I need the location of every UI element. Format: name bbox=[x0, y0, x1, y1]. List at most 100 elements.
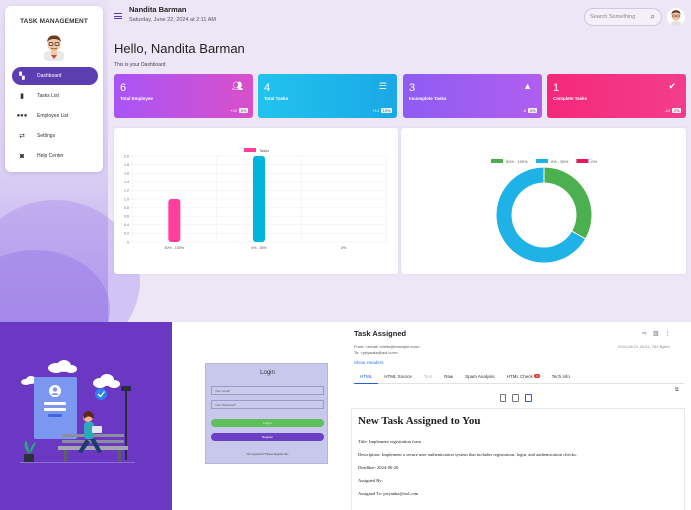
login-button[interactable]: Log in bbox=[211, 419, 324, 427]
legend-label: Tasks bbox=[259, 148, 269, 153]
stat-value: 3 bbox=[409, 82, 416, 94]
email-line-description: Description: Implement a secure user aut… bbox=[358, 452, 577, 457]
legend-label: 50% - 100% bbox=[506, 159, 528, 164]
legend-swatch bbox=[491, 159, 503, 163]
stat-label: Total Tasks bbox=[264, 96, 289, 101]
trash-icon[interactable]: ▥ bbox=[653, 330, 659, 337]
register-button[interactable]: Register bbox=[211, 433, 324, 441]
forward-icon[interactable]: ⇨ bbox=[642, 330, 647, 337]
email-heading: New Task Assigned to You bbox=[358, 415, 481, 427]
user-avatar[interactable] bbox=[667, 8, 685, 26]
mobile-view-icon[interactable] bbox=[500, 394, 506, 402]
search-icon[interactable]: ⌕ bbox=[651, 12, 655, 22]
stat-label: Complete Tasks bbox=[553, 96, 588, 101]
doughnut-chart-panel: 50% - 100% 0% - 50% 0% bbox=[401, 128, 686, 274]
sidebar: TASK MANAGEMENT ▚ Dashboard ▮ Tasks List bbox=[5, 6, 103, 172]
stat-card-complete-tasks[interactable]: 1 Complete Tasks ✔ -12 2% bbox=[547, 74, 686, 118]
avatar bbox=[44, 35, 64, 61]
stat-card-incomplete-tasks[interactable]: 3 Incomplete Tasks ▲ -8 5% bbox=[403, 74, 542, 118]
sidebar-item-label: Dashboard bbox=[37, 73, 62, 79]
tab-text[interactable]: Text bbox=[418, 372, 438, 384]
more-icon[interactable]: ⋮ bbox=[665, 330, 671, 337]
illustration-image bbox=[20, 360, 135, 463]
desktop-view-icon[interactable] bbox=[525, 394, 532, 402]
stat-change: -12 2% bbox=[664, 108, 681, 113]
y-tick-label: 0 bbox=[127, 240, 129, 244]
external-link-icon[interactable]: ⧉ bbox=[675, 387, 679, 393]
html-check-badge: 3 bbox=[534, 374, 540, 378]
sidebar-item-dashboard[interactable]: ▚ Dashboard bbox=[12, 67, 98, 85]
email-body: New Task Assigned to You Title: Implemen… bbox=[351, 408, 685, 510]
tab-html[interactable]: HTML bbox=[354, 372, 379, 384]
sidebar-item-settings[interactable]: ⇄ Settings bbox=[12, 127, 98, 145]
list-icon: ☰ bbox=[378, 81, 387, 91]
stat-label: Incomplete Tasks bbox=[409, 96, 447, 101]
bar-chart: Tasks 0 0.2 0.4 0.6 0.8 1.0 1.2 1.4 1.6 1.8 2.0 50% … bbox=[124, 148, 387, 250]
register-hint: Not registered? Please Register first bbox=[246, 453, 289, 456]
user-name: Nandita Barman bbox=[129, 5, 187, 14]
legend-swatch bbox=[244, 148, 256, 152]
greeting: Hello, Nandita Barman bbox=[114, 41, 245, 56]
stat-value: 6 bbox=[120, 82, 127, 94]
y-tick-label: 1.4 bbox=[124, 180, 129, 184]
warning-icon: ▲ bbox=[523, 81, 532, 91]
y-tick-label: 0.6 bbox=[124, 215, 129, 219]
tab-html-source[interactable]: HTML Source bbox=[378, 372, 418, 384]
stat-card-total-tasks[interactable]: 4 Total Tasks ☰ +14 10% bbox=[258, 74, 397, 118]
y-tick-label: 0.2 bbox=[124, 232, 129, 236]
stat-change: +12 5% bbox=[230, 108, 248, 113]
email-field[interactable]: Your email* bbox=[211, 386, 324, 395]
email-meta: 2024-06-21 20:41, 763 Bytes bbox=[618, 344, 670, 349]
stat-card-total-employee[interactable]: 6 Total Employee 👥︎ +12 5% bbox=[114, 74, 253, 118]
search-input[interactable]: Search Something ⌕ bbox=[584, 8, 662, 26]
x-tick-label: 50% - 100% bbox=[165, 246, 185, 250]
bar bbox=[253, 156, 265, 242]
tab-tech-info[interactable]: Tech Info bbox=[546, 372, 576, 384]
tab-raw[interactable]: Raw bbox=[438, 372, 459, 384]
bar bbox=[168, 199, 181, 242]
people-icon: 👥︎ bbox=[231, 81, 243, 91]
login-form: Login Your email* Your Password* Log in … bbox=[205, 363, 328, 464]
email-subject: Task Assigned bbox=[354, 329, 407, 338]
doughnut-chart: 50% - 100% 0% - 50% 0% bbox=[491, 159, 598, 264]
y-tick-label: 0.8 bbox=[124, 206, 129, 210]
sidebar-item-label: Tasks List bbox=[37, 93, 59, 99]
tab-spam-analysis[interactable]: Spam Analysis bbox=[459, 372, 501, 384]
sliders-icon: ⇄ bbox=[19, 133, 25, 140]
menu-icon[interactable] bbox=[114, 13, 122, 19]
email-line-assigned-to: Assigned To: priyanka@aol.com bbox=[358, 491, 419, 496]
sidebar-item-label: Help Center bbox=[37, 153, 64, 159]
email-from: From: <email: chiefs@example.com> bbox=[354, 344, 421, 349]
x-tick-label: 0% bbox=[341, 246, 347, 250]
legend-swatch bbox=[576, 159, 589, 163]
sidebar-item-label: Settings bbox=[37, 133, 56, 139]
legend-label: 0% - 50% bbox=[551, 159, 569, 164]
y-tick-label: 1.6 bbox=[124, 172, 129, 176]
tab-html-check[interactable]: HTML Check 3 bbox=[501, 372, 546, 384]
sidebar-item-employee-list[interactable]: ●●● Employee List bbox=[12, 107, 98, 125]
dashboard-view: TASK MANAGEMENT ▚ Dashboard ▮ Tasks List bbox=[0, 0, 691, 322]
stat-value: 1 bbox=[553, 82, 560, 94]
stat-value: 4 bbox=[264, 82, 271, 94]
help-icon: ◙ bbox=[19, 152, 25, 160]
y-tick-label: 1.0 bbox=[124, 197, 129, 201]
sidebar-item-label: Employee List bbox=[37, 113, 69, 119]
bar-chart-panel: Tasks 0 0.2 0.4 0.6 0.8 1.0 1.2 1.4 1.6 1.8 2.0 50% … bbox=[114, 128, 398, 274]
show-headers-link[interactable]: Show Headers bbox=[354, 360, 384, 365]
sidebar-item-help-center[interactable]: ◙ Help Center bbox=[12, 147, 98, 165]
email-to: To: <priyanka@aol.com> bbox=[354, 350, 399, 355]
y-tick-label: 1.8 bbox=[124, 163, 129, 167]
y-tick-label: 0.4 bbox=[124, 223, 129, 227]
sidebar-item-tasks-list[interactable]: ▮ Tasks List bbox=[12, 87, 98, 105]
y-tick-label: 2.0 bbox=[124, 154, 129, 158]
email-line-title: Title: Implement registration form bbox=[358, 439, 421, 444]
check-circle-icon: ✔ bbox=[668, 81, 676, 91]
login-illustration bbox=[0, 322, 172, 510]
password-field[interactable]: Your Password* bbox=[211, 400, 324, 409]
search-placeholder: Search Something bbox=[590, 14, 636, 20]
device-toggle bbox=[500, 394, 532, 402]
email-actions: ⇨ ▥ ⋮ bbox=[642, 330, 671, 337]
stat-change: -8 5% bbox=[522, 108, 537, 113]
dashboard-icon: ▚ bbox=[19, 73, 25, 80]
tablet-view-icon[interactable] bbox=[512, 394, 519, 402]
